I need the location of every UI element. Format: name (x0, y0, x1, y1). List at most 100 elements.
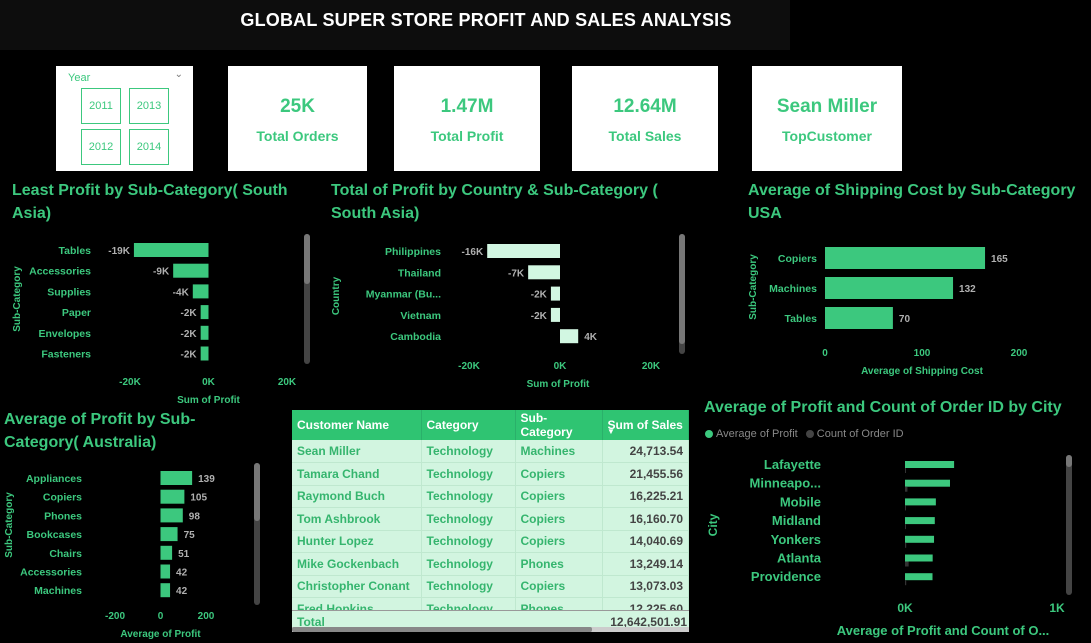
table-row[interactable]: Tom Ashbrook Technology Copiers 16,160.70 (292, 507, 689, 531)
column-header-category[interactable]: Category (421, 410, 516, 440)
cell-sales: 16,225.21 (602, 485, 689, 508)
category-label: Midland (772, 513, 821, 528)
bar[interactable] (133, 243, 209, 257)
bar-order-count[interactable] (905, 486, 908, 492)
table-row[interactable]: Mike Gockenbach Technology Phones 13,249.14 (292, 552, 689, 576)
bar[interactable] (550, 307, 560, 322)
bar-avg-profit[interactable] (905, 535, 935, 543)
data-label: -16K (462, 247, 484, 258)
data-label: -7K (508, 268, 525, 279)
cell-customer: Hunter Lopez (292, 530, 422, 553)
table-row[interactable]: Tamara Chand Technology Copiers 21,455.56 (292, 462, 689, 486)
cell-sales: 21,455.56 (602, 462, 689, 486)
year-option-2013[interactable]: 2013 (129, 88, 169, 124)
city-profit-chart[interactable]: Lafayette Minneapo... Mobile Midland Yonkers… (700, 455, 1085, 641)
column-header-subcategory[interactable]: Sub-Category (515, 410, 603, 440)
scrollbar-thumb[interactable] (292, 627, 592, 632)
bar[interactable] (192, 284, 209, 299)
bar-order-count[interactable] (905, 524, 906, 530)
scrollbar-thumb[interactable] (304, 234, 310, 284)
column-header-customer[interactable]: Customer Name (292, 410, 422, 440)
year-option-2012[interactable]: 2012 (81, 129, 121, 165)
bar[interactable] (160, 527, 178, 542)
avg-profit-au-chart[interactable]: Appliances 139 Copiers 105 Phones 98 Bookcases… (0, 462, 260, 642)
bar-order-count[interactable] (905, 580, 907, 586)
horizontal-scrollbar[interactable] (292, 627, 689, 632)
cell-customer: Raymond Buch (292, 485, 422, 508)
legend-item-profit[interactable]: Average of Profit (716, 428, 798, 440)
bar[interactable] (200, 346, 209, 361)
bar-order-count[interactable] (905, 542, 907, 548)
scrollbar[interactable] (1066, 455, 1072, 595)
table-row[interactable]: Christopher Conant Technology Copiers 13,07… (292, 575, 689, 598)
table-row[interactable]: Sean Miller Technology Machines 24,713.54 (292, 440, 689, 463)
category-label: Vietnam (400, 310, 441, 322)
bar-avg-profit[interactable] (905, 479, 950, 487)
bar[interactable] (825, 307, 893, 329)
bar[interactable] (550, 286, 560, 301)
bar-avg-profit[interactable] (905, 517, 935, 525)
bar[interactable] (825, 247, 986, 269)
bar[interactable] (528, 265, 560, 280)
column-header-sum-of-sales[interactable]: Sum of Sales ▼ (602, 410, 689, 440)
bar-avg-profit[interactable] (905, 573, 933, 581)
data-label: -2K (531, 311, 548, 322)
bar-order-count[interactable] (905, 505, 906, 511)
table-row[interactable]: Raymond Buch Technology Copiers 16,225.21 (292, 485, 689, 508)
cell-subcategory: Copiers (515, 485, 603, 508)
bar[interactable] (825, 277, 954, 299)
cell-sales: 24,713.54 (602, 440, 689, 463)
bar-avg-profit[interactable] (905, 498, 936, 506)
cell-subcategory: Copiers (515, 462, 603, 486)
bar-avg-profit[interactable] (905, 461, 955, 468)
kpi-card-total-orders: 25K Total Orders (228, 66, 367, 171)
bar[interactable] (160, 583, 171, 598)
y-axis-label: Sub-Category (12, 266, 23, 332)
bar[interactable] (560, 329, 579, 344)
table: Customer Name Category Sub-Category Sum … (292, 410, 689, 621)
year-option-2014[interactable]: 2014 (129, 129, 169, 165)
country-profit-chart[interactable]: Philippines -16K Thailand -7K Myanmar (Bu...… (325, 232, 685, 392)
bar-avg-profit[interactable] (905, 554, 933, 562)
bar[interactable] (160, 545, 173, 560)
scrollbar-thumb[interactable] (679, 234, 685, 344)
bar[interactable] (200, 325, 209, 340)
cell-subcategory: Machines (515, 440, 603, 463)
category-label: Accessories (29, 266, 91, 278)
bar[interactable] (160, 471, 193, 485)
bar[interactable] (160, 564, 171, 579)
scrollbar-thumb[interactable] (254, 463, 260, 521)
year-slicer[interactable]: Year ⌄ 2011 2013 2012 2014 (56, 66, 193, 171)
scrollbar[interactable] (254, 463, 260, 605)
x-axis-label: Sum of Profit (177, 395, 240, 406)
category-label: Thailand (398, 267, 441, 279)
cell-category: Technology (421, 485, 516, 508)
bar[interactable] (173, 263, 209, 278)
cell-subcategory: Copiers (515, 575, 603, 598)
scrollbar[interactable] (679, 234, 685, 354)
bar-order-count[interactable] (905, 561, 909, 567)
bar-order-count[interactable] (905, 468, 906, 473)
legend-dot-count (805, 430, 814, 439)
least-profit-chart[interactable]: Tables -19K Accessories -9K Supplies -4K Paper… (0, 232, 320, 407)
data-label: -2K (181, 329, 198, 340)
data-label: 42 (176, 568, 188, 579)
scrollbar[interactable] (304, 234, 310, 364)
data-label: -2K (181, 350, 198, 361)
bar[interactable] (487, 244, 560, 258)
bar[interactable] (200, 305, 209, 320)
year-option-2011[interactable]: 2011 (81, 88, 121, 124)
tick-label: -200 (105, 611, 125, 622)
tick-label: 0K (202, 377, 216, 388)
scrollbar-thumb[interactable] (1066, 455, 1072, 467)
shipping-cost-chart[interactable]: Copiers 165 Machines 132 Tables 70 0 100 200 Aver… (740, 235, 1090, 380)
cell-sales: 14,040.69 (602, 530, 689, 553)
table-row[interactable]: Hunter Lopez Technology Copiers 14,040.69 (292, 530, 689, 553)
bar[interactable] (160, 489, 185, 504)
category-label: Minneapo... (750, 476, 822, 491)
customer-table[interactable]: Customer Name Category Sub-Category Sum … (292, 410, 689, 632)
chevron-down-icon[interactable]: ⌄ (175, 69, 183, 80)
legend-item-count[interactable]: Count of Order ID (817, 428, 904, 440)
tick-label: 0 (822, 348, 828, 359)
bar[interactable] (160, 508, 183, 523)
